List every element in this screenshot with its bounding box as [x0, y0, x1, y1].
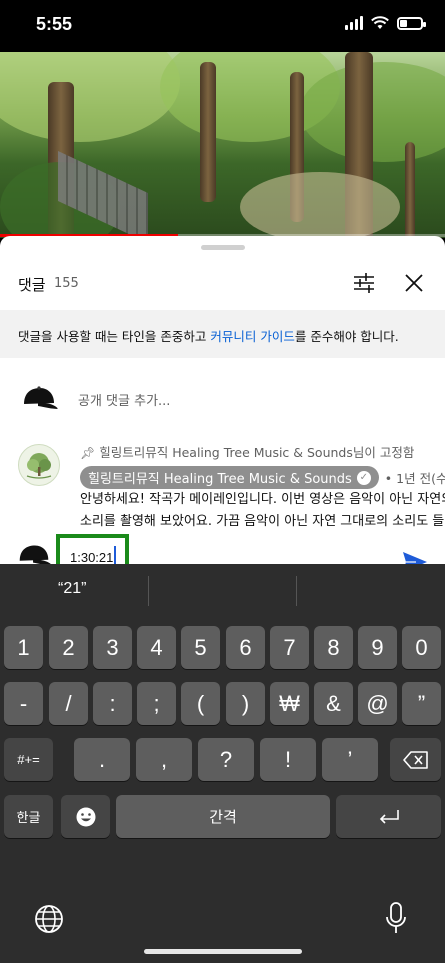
- key[interactable]: /: [49, 682, 88, 725]
- backspace-key[interactable]: [390, 738, 441, 781]
- key[interactable]: -: [4, 682, 43, 725]
- key[interactable]: 7: [270, 626, 309, 669]
- key[interactable]: (: [181, 682, 220, 725]
- key[interactable]: ?: [198, 738, 254, 781]
- comments-sheet: 댓글 155 댓글을 사용할 때는 타인을 존중하고 커뮤니티 가이드를 준수해…: [0, 236, 445, 528]
- comment-body-line: 안녕하세요! 작곡가 메이레인입니다. 이번 영상은 음악이 아닌 자연의: [80, 492, 445, 507]
- return-key[interactable]: [336, 795, 441, 838]
- status-time: 5:55: [36, 14, 73, 34]
- key[interactable]: @: [358, 682, 397, 725]
- key[interactable]: 0: [402, 626, 441, 669]
- channel-avatar[interactable]: [18, 444, 60, 486]
- battery-icon: [397, 16, 426, 30]
- key[interactable]: ”: [402, 682, 441, 725]
- key[interactable]: 1: [4, 626, 43, 669]
- add-comment-placeholder: 공개 댓글 추가...: [78, 394, 171, 409]
- key[interactable]: .: [74, 738, 130, 781]
- comments-count: 155: [54, 276, 79, 291]
- key[interactable]: 6: [226, 626, 265, 669]
- key[interactable]: ’: [322, 738, 378, 781]
- sliders-icon: [354, 273, 374, 293]
- drag-handle[interactable]: [201, 245, 245, 250]
- community-guidelines-link[interactable]: 커뮤니티 가이드: [210, 329, 294, 344]
- symbols-key[interactable]: #+=: [4, 738, 53, 781]
- close-button[interactable]: [403, 272, 425, 294]
- comments-title: 댓글: [18, 276, 46, 294]
- author-badge[interactable]: 힐링트리뮤직 Healing Tree Music & Sounds ✓: [80, 466, 379, 489]
- key[interactable]: ): [226, 682, 265, 725]
- dictation-key[interactable]: [385, 902, 407, 940]
- backspace-icon: [402, 750, 428, 769]
- pinned-by-label: 힐링트리뮤직 Healing Tree Music & Sounds님이 고정함: [99, 445, 415, 460]
- key[interactable]: &: [314, 682, 353, 725]
- wifi-icon: [371, 16, 389, 29]
- pin-icon: 📌︎: [80, 446, 96, 460]
- community-notice: 댓글을 사용할 때는 타인을 존중하고 커뮤니티 가이드를 준수해야 합니다.: [0, 310, 445, 358]
- add-comment-row[interactable]: 공개 댓글 추가...: [0, 372, 445, 426]
- emoji-icon: [76, 807, 95, 826]
- suggestion-word[interactable]: “21”: [58, 580, 86, 598]
- verified-icon: ✓: [356, 470, 371, 485]
- key[interactable]: ₩: [270, 682, 309, 725]
- key[interactable]: 3: [93, 626, 132, 669]
- video-player[interactable]: [0, 52, 445, 238]
- sort-filter-button[interactable]: [352, 272, 376, 294]
- microphone-icon: [386, 902, 406, 933]
- pinned-comment: 📌︎ 힐링트리뮤직 Healing Tree Music & Sounds님이 …: [0, 432, 445, 528]
- return-icon: [379, 809, 399, 824]
- globe-icon: [35, 905, 63, 933]
- home-indicator[interactable]: [144, 949, 302, 954]
- comment-body-line: 소리를 촬영해 보았어요. 가끔 음악이 아닌 자연 그대로의 소리도 들려: [80, 514, 445, 528]
- tree-logo-icon: [26, 453, 52, 479]
- key[interactable]: 4: [137, 626, 176, 669]
- key[interactable]: 9: [358, 626, 397, 669]
- cap-icon: [24, 386, 58, 409]
- suggestion-bar: “21”: [0, 564, 445, 616]
- key[interactable]: !: [260, 738, 316, 781]
- globe-key[interactable]: [34, 904, 64, 938]
- key[interactable]: :: [93, 682, 132, 725]
- key[interactable]: 8: [314, 626, 353, 669]
- key[interactable]: ;: [137, 682, 176, 725]
- comment-input-value: 1:30:21: [70, 550, 114, 565]
- space-key[interactable]: 간격: [116, 795, 330, 838]
- key[interactable]: 2: [49, 626, 88, 669]
- user-avatar: [18, 378, 60, 420]
- comment-time: • 1년 전(수정됨): [384, 471, 445, 486]
- author-name: 힐링트리뮤직 Healing Tree Music & Sounds: [88, 472, 352, 487]
- keyboard: “21” 1 2 3 4 5 6 7 8 9 0 - / : ; ( ) ₩ &…: [0, 564, 445, 963]
- language-key[interactable]: 한글: [4, 795, 53, 838]
- cellular-signal-icon: [345, 16, 363, 30]
- key[interactable]: ,: [136, 738, 192, 781]
- status-bar: 5:55: [0, 0, 445, 52]
- key[interactable]: 5: [181, 626, 220, 669]
- emoji-key[interactable]: [61, 795, 110, 838]
- close-icon: [405, 274, 423, 292]
